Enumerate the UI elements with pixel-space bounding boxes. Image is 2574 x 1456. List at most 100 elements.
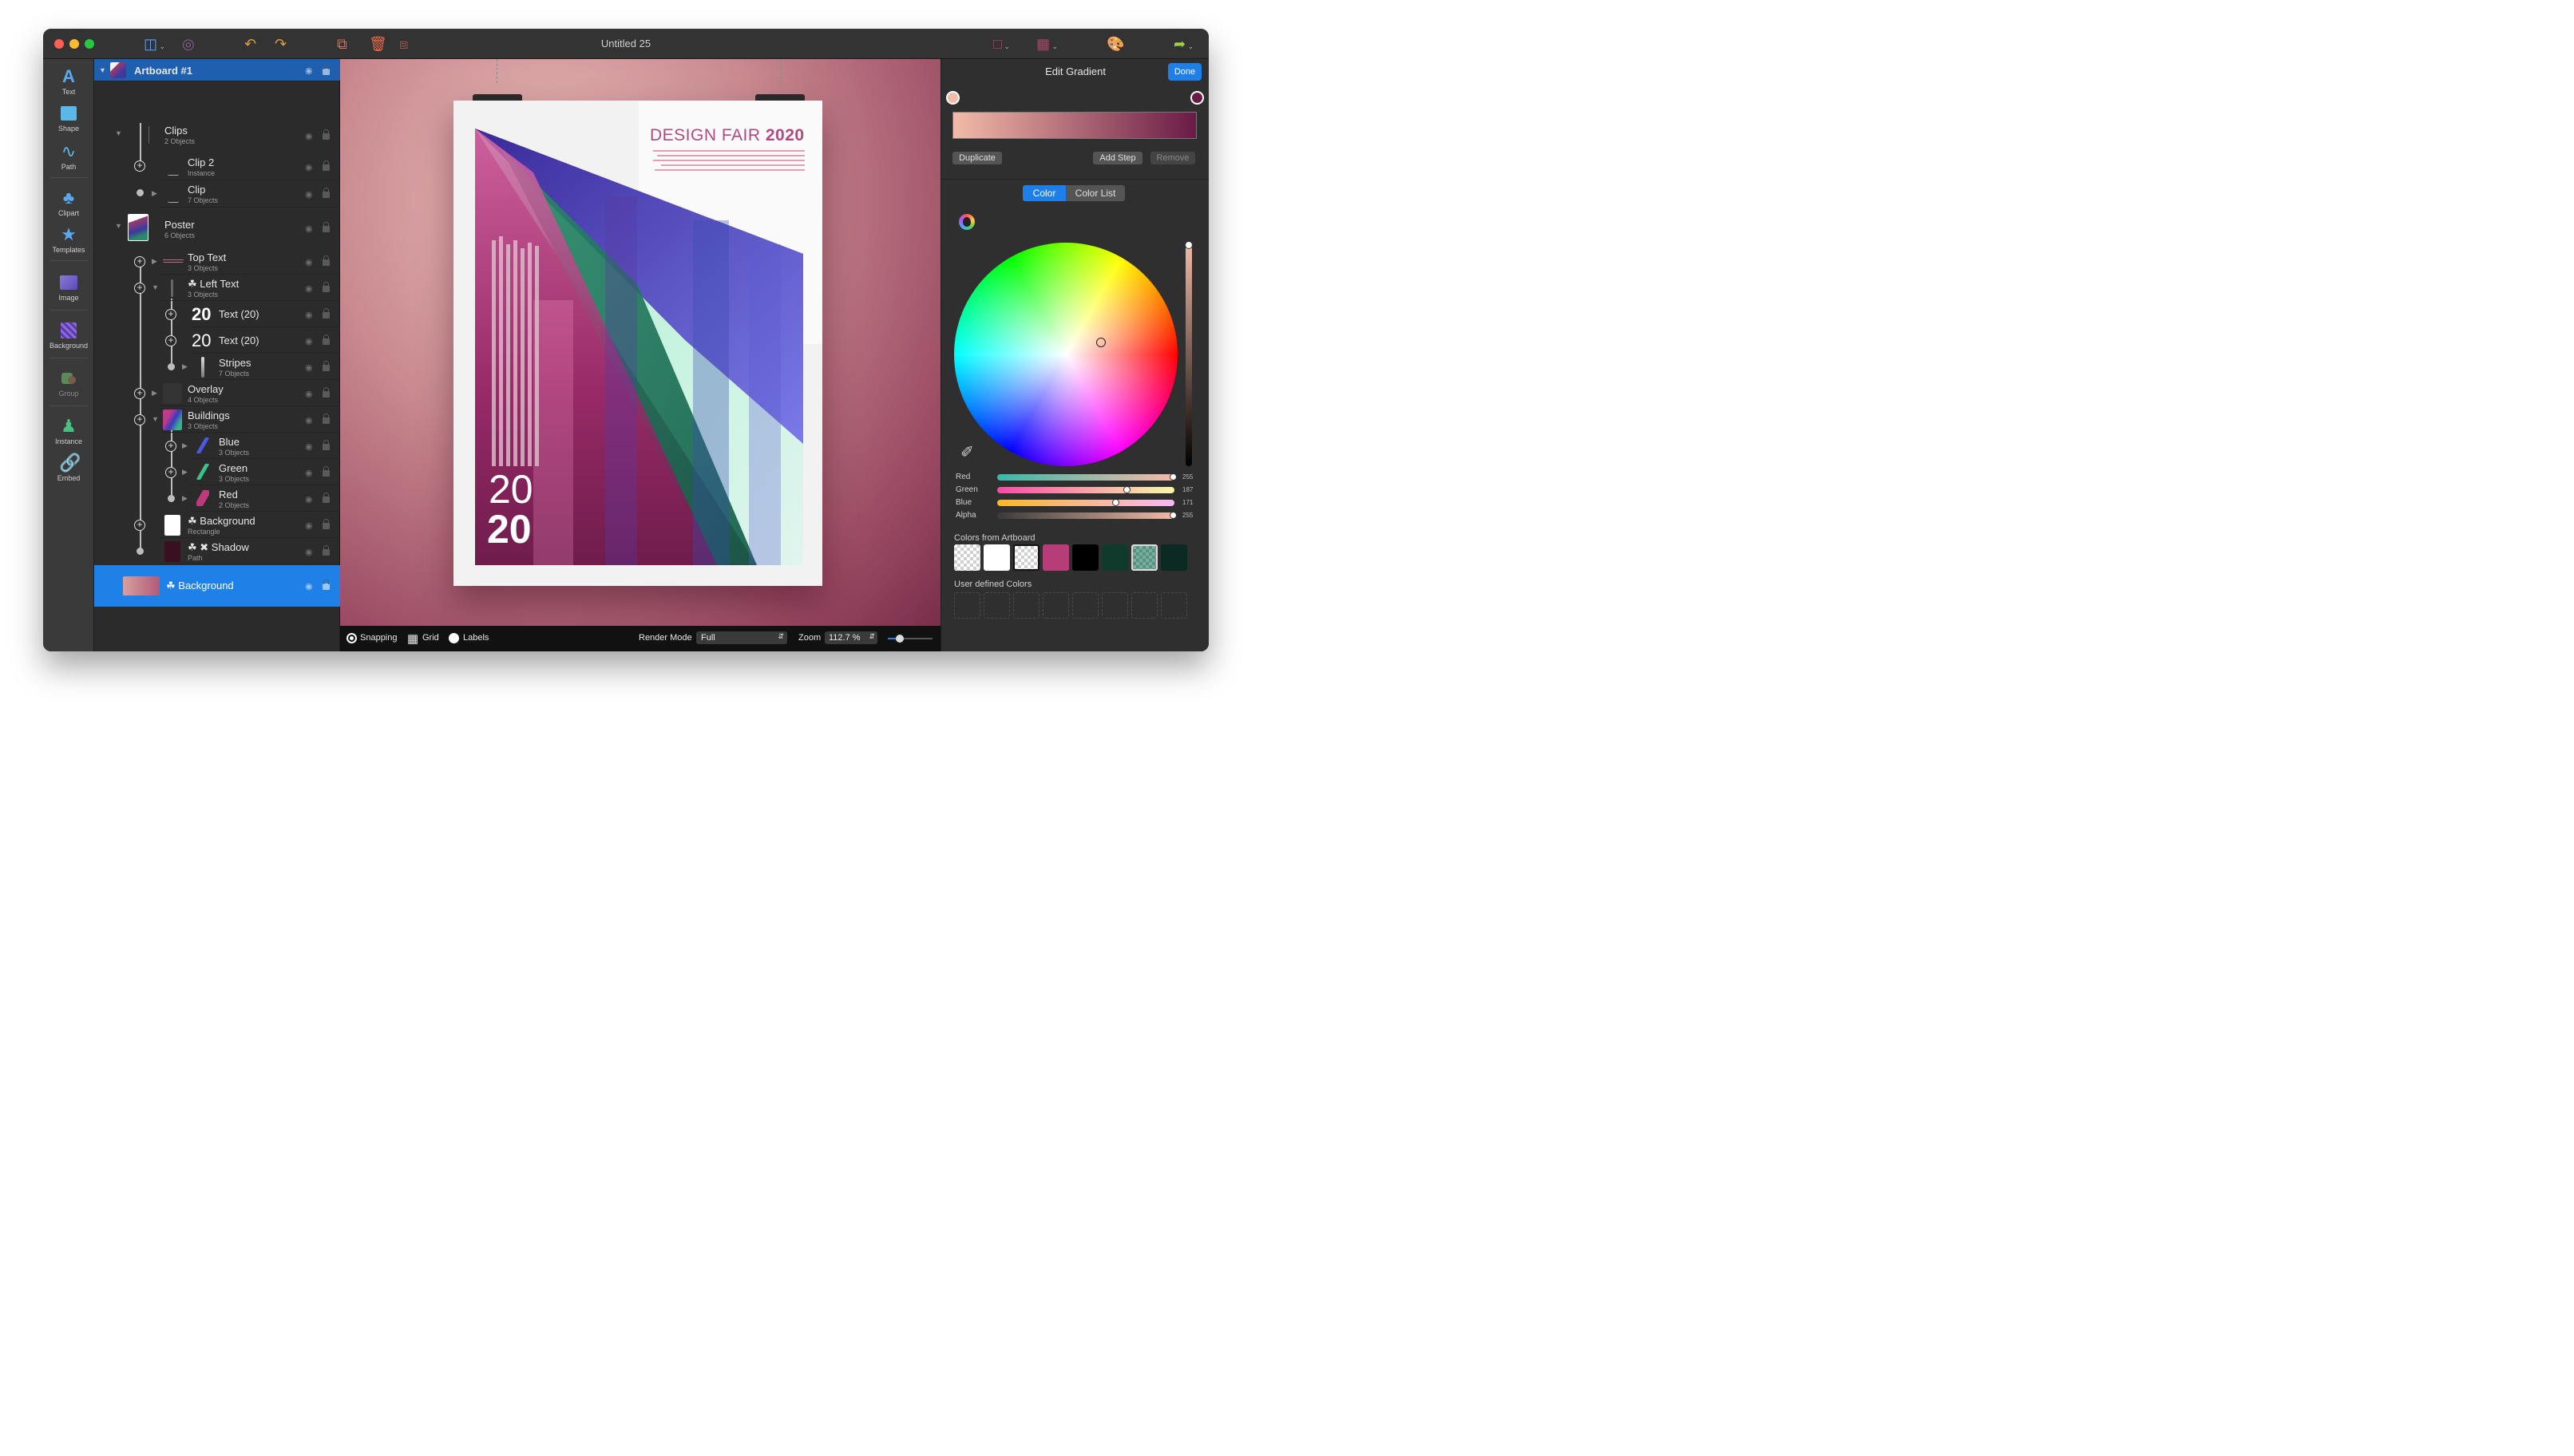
layer-text-20-light[interactable]: 20 Text (20) ◉	[190, 327, 340, 354]
add-layer-icon[interactable]: +	[134, 388, 145, 399]
eye-icon[interactable]: ◉	[305, 283, 313, 294]
lock-icon[interactable]	[323, 413, 330, 424]
gradient-preview[interactable]	[952, 112, 1197, 139]
artboard-color-swatch[interactable]	[984, 544, 1010, 571]
add-layer-icon[interactable]: +	[134, 256, 145, 267]
tool-background[interactable]: Background	[43, 321, 94, 350]
artboard-color-swatch[interactable]	[1013, 544, 1040, 571]
layer-red[interactable]: ▶ Red 2 Objects ◉	[182, 485, 340, 512]
done-button[interactable]: Done	[1168, 63, 1202, 81]
lock-icon[interactable]	[323, 255, 330, 266]
user-color-slot[interactable]	[1013, 592, 1040, 619]
layer-left-text[interactable]: ▼ ☘ Left Text 3 Objects ◉	[152, 275, 340, 301]
eye-icon[interactable]: ◉	[305, 310, 313, 320]
add-layer-icon[interactable]: +	[134, 414, 145, 425]
layer-clips[interactable]: ▼ Clips 2 Objects ◉	[94, 120, 340, 153]
eye-icon[interactable]: ◉	[305, 389, 313, 399]
eye-icon[interactable]: ◉	[305, 65, 313, 76]
add-layer-icon[interactable]: +	[134, 520, 145, 531]
tab-color[interactable]: Color	[1023, 185, 1066, 201]
color-wheel-cursor[interactable]	[1096, 338, 1106, 347]
disclosure-triangle-icon[interactable]: ▶	[152, 189, 157, 198]
lock-icon[interactable]	[323, 493, 330, 503]
lock-icon[interactable]	[323, 440, 330, 450]
tool-image[interactable]: Image	[43, 273, 94, 302]
green-slider[interactable]	[997, 487, 1174, 493]
lock-icon[interactable]	[323, 334, 330, 345]
disclosure-triangle-icon[interactable]: ▶	[182, 468, 188, 477]
artboard-color-swatch[interactable]	[1043, 544, 1069, 571]
disclosure-triangle-icon[interactable]: ▼	[152, 283, 159, 291]
render-mode-select[interactable]: Full ⇵	[696, 631, 787, 644]
artboard-color-swatch[interactable]	[954, 544, 980, 571]
labels-toggle-icon[interactable]	[449, 633, 459, 643]
lock-icon[interactable]	[323, 580, 330, 590]
disclosure-triangle-icon[interactable]: ▼	[99, 66, 106, 74]
user-color-slot[interactable]	[984, 592, 1010, 619]
layer-poster-background[interactable]: ☘ Background Rectangle ◉	[160, 512, 340, 538]
eye-icon[interactable]: ◉	[305, 547, 313, 557]
eye-icon[interactable]: ◉	[305, 362, 313, 373]
lock-icon[interactable]	[323, 387, 330, 398]
palette-icon[interactable]: 🎨	[1107, 36, 1124, 52]
layer-overlay[interactable]: ▶ Overlay 4 Objects ◉	[152, 380, 340, 406]
add-layer-icon[interactable]: +	[165, 441, 176, 452]
alpha-slider[interactable]	[997, 512, 1174, 519]
remove-stop-button[interactable]: Remove	[1150, 152, 1195, 164]
disclosure-triangle-icon[interactable]: ▶	[182, 494, 188, 503]
tab-color-list[interactable]: Color List	[1066, 185, 1125, 201]
align-icon[interactable]: □ ⌄	[993, 36, 1010, 54]
user-color-slot[interactable]	[1161, 592, 1187, 619]
artboard-color-swatch[interactable]	[1161, 544, 1187, 571]
lock-icon[interactable]	[323, 222, 330, 232]
color-wheel[interactable]	[954, 243, 1178, 466]
alpha-slider-knob[interactable]	[1170, 512, 1178, 519]
eye-icon[interactable]: ◉	[305, 441, 313, 452]
zoom-slider-knob[interactable]	[896, 635, 904, 643]
canvas[interactable]: DESIGN FAIR 2020 20 20	[340, 59, 940, 626]
layer-buildings[interactable]: ▼ Buildings 3 Objects ◉	[152, 406, 340, 433]
eye-icon[interactable]: ◉	[305, 468, 313, 478]
layer-text-20-bold[interactable]: 20 Text (20) ◉	[190, 301, 340, 327]
share-icon[interactable]: ➦ ⌄	[1174, 36, 1194, 54]
disclosure-triangle-icon[interactable]: ▼	[152, 415, 159, 423]
user-color-slot[interactable]	[1131, 592, 1158, 619]
duplicate-stop-button[interactable]: Duplicate	[952, 152, 1002, 164]
add-layer-icon[interactable]: +	[134, 283, 145, 294]
add-layer-icon[interactable]: +	[165, 467, 176, 478]
poster[interactable]: DESIGN FAIR 2020 20 20	[453, 101, 822, 586]
snapping-label[interactable]: Snapping	[360, 633, 398, 643]
distribute-icon[interactable]: ▦ ⌄	[1036, 36, 1058, 54]
zoom-slider[interactable]	[888, 635, 933, 643]
lock-icon[interactable]	[323, 545, 330, 556]
eye-icon[interactable]: ◉	[305, 494, 313, 504]
lock-icon[interactable]	[323, 65, 330, 75]
snapping-toggle-icon[interactable]	[346, 633, 357, 643]
eye-icon[interactable]: ◉	[305, 520, 313, 531]
layer-green[interactable]: ▶ Green 3 Objects ◉	[182, 459, 340, 485]
layer-clip[interactable]: ▶ Clip 7 Objects ◉	[152, 180, 340, 208]
lock-icon[interactable]	[323, 466, 330, 477]
layer-shadow[interactable]: ☘ ✖ Shadow Path ◉	[160, 538, 340, 564]
tool-clipart[interactable]: ♣ Clipart	[43, 188, 94, 218]
disclosure-triangle-icon[interactable]: ▶	[182, 441, 188, 450]
layer-poster[interactable]: ▼ Poster 6 Objects ◉	[94, 211, 340, 246]
eye-icon[interactable]: ◉	[305, 257, 313, 267]
tool-templates[interactable]: ★ Templates	[43, 225, 94, 255]
layer-artboard[interactable]: ▼ Artboard #1 ◉	[94, 59, 340, 81]
disclosure-triangle-icon[interactable]: ▶	[182, 362, 188, 371]
gradient-stop-end[interactable]	[1190, 91, 1204, 105]
disclosure-triangle-icon[interactable]: ▼	[115, 129, 122, 137]
tool-text[interactable]: A Text	[43, 67, 94, 97]
tool-instance[interactable]: ♟ Instance	[43, 417, 94, 446]
grid-label[interactable]: Grid	[422, 633, 439, 643]
add-layer-icon[interactable]: +	[134, 160, 145, 172]
blue-slider[interactable]	[997, 500, 1174, 506]
tool-group[interactable]: Group	[43, 369, 94, 398]
disclosure-triangle-icon[interactable]: ▶	[152, 389, 157, 398]
layer-stripes[interactable]: ▶ Stripes 7 Objects ◉	[182, 354, 340, 380]
disclosure-triangle-icon[interactable]: ▼	[115, 222, 122, 230]
lock-icon[interactable]	[323, 361, 330, 371]
tool-shape[interactable]: Shape	[43, 104, 94, 133]
layer-artboard-background[interactable]: ☘ Background ◉	[94, 565, 340, 607]
